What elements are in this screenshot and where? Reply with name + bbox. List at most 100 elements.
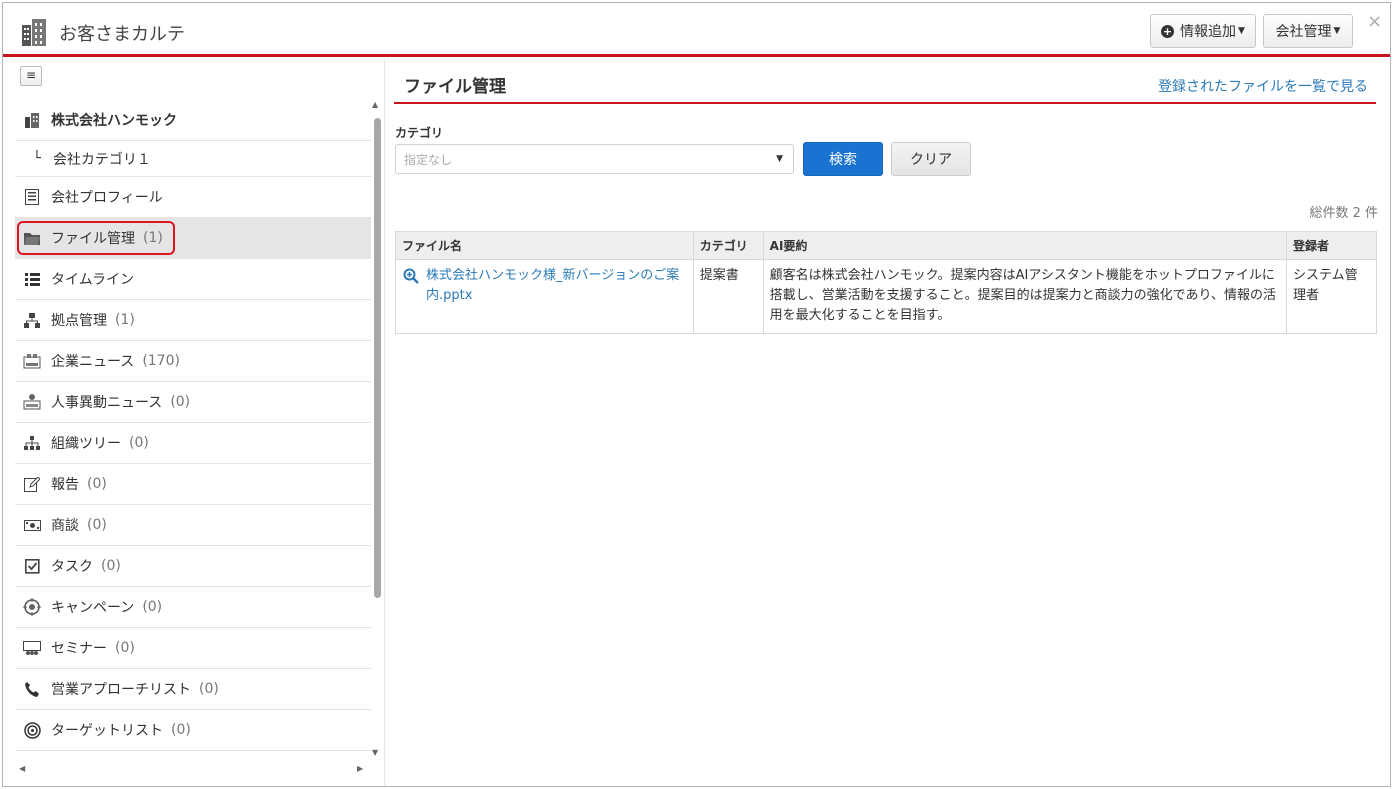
sidebar-item-label: 報告	[51, 477, 79, 493]
main-content: ファイル管理 登録されたファイルを一覧で見る カテゴリ 指定なし ▼ 検索 クリ…	[386, 60, 1390, 786]
sidebar-item-target-list[interactable]: ターゲットリスト (0)	[15, 710, 371, 751]
sidebar-item-report[interactable]: 報告 (0)	[15, 464, 371, 505]
sidebar-item-branches[interactable]: 拠点管理 (1)	[15, 300, 371, 341]
scrollbar-thumb[interactable]	[374, 118, 381, 598]
sidebar-item-count: (0)	[170, 394, 191, 410]
report-icon	[23, 475, 41, 493]
file-link[interactable]: 株式会社ハンモック様_新バージョンのご案内.pptx	[402, 266, 687, 306]
search-button[interactable]: 検索	[803, 142, 883, 176]
close-icon[interactable]: ×	[1367, 11, 1382, 32]
sidebar-item-count: (1)	[115, 312, 135, 328]
sidebar-horizontal-scrollbar[interactable]: ◀ ▶	[15, 764, 370, 778]
sidebar-item-count: (0)	[101, 558, 121, 574]
tree-branch-icon: └	[33, 151, 41, 166]
cell-ai-summary: 顧客名は株式会社ハンモック。提案内容はAIアシスタント機能をホットプロファイルに…	[762, 259, 1288, 334]
sidebar-item-file-management[interactable]: ファイル管理 (1)	[15, 218, 371, 259]
sidebar-item-count: (0)	[87, 476, 107, 492]
cell-category: 提案書	[692, 259, 764, 334]
sidebar-company-name[interactable]: 株式会社ハンモック	[15, 100, 371, 141]
sidebar-item-count: (0)	[142, 599, 163, 615]
total-count: 総件数 2 件	[1309, 206, 1378, 221]
column-header-category[interactable]: カテゴリ	[692, 231, 764, 260]
sidebar-item-label: 組織ツリー	[51, 436, 121, 452]
phone-icon	[23, 680, 41, 698]
sidebar-item-label: ターゲットリスト	[51, 723, 163, 739]
sidebar-item-label: 企業ニュース	[51, 354, 135, 370]
news-person-icon	[23, 393, 41, 411]
sidebar-item-count: (170)	[142, 353, 180, 369]
sidebar-item-campaign[interactable]: キャンペーン (0)	[15, 587, 371, 628]
app-header: お客さまカルテ + 情報追加 ▼ 会社管理 ▼ ×	[3, 3, 1390, 57]
scroll-right-icon[interactable]: ▶	[357, 764, 363, 773]
sidebar-item-count: (1)	[143, 230, 163, 246]
sidebar-item-count: (0)	[171, 722, 191, 738]
sidebar-item-approach-list[interactable]: 営業アプローチリスト (0)	[15, 669, 371, 710]
target-icon	[23, 721, 41, 739]
clear-button[interactable]: クリア	[891, 142, 971, 176]
sidebar-item-personnel-news[interactable]: 人事異動ニュース (0)	[15, 382, 371, 423]
sidebar-item-company-news[interactable]: 企業ニュース (170)	[15, 341, 371, 382]
karte-window: お客さまカルテ + 情報追加 ▼ 会社管理 ▼ × ≡ 株式会社ハンモック └ …	[2, 2, 1391, 787]
page-title: ファイル管理	[404, 77, 506, 97]
sidebar-item-label: 拠点管理	[51, 313, 107, 329]
file-name[interactable]: 株式会社ハンモック様_新バージョンのご案内.pptx	[426, 266, 687, 306]
company-name: 株式会社ハンモック	[51, 113, 177, 129]
sidebar-item-label: 会社プロフィール	[51, 190, 163, 206]
building-icon	[23, 111, 41, 129]
sidebar-item-label: ファイル管理	[51, 231, 135, 247]
table-header-row: ファイル名 カテゴリ AI要約 登録者	[395, 231, 1377, 260]
add-info-button[interactable]: + 情報追加 ▼	[1150, 14, 1256, 48]
file-table: ファイル名 カテゴリ AI要約 登録者 株式会社ハンモック様_新バージョンのご案…	[395, 231, 1377, 334]
task-icon	[23, 557, 41, 575]
building-icon	[22, 19, 46, 46]
add-info-label: 情報追加	[1180, 24, 1237, 40]
cell-registrant: システム管理者	[1286, 259, 1377, 334]
table-row: 株式会社ハンモック様_新バージョンのご案内.pptx 提案書 顧客名は株式会社ハ…	[395, 259, 1377, 334]
sidebar-item-task[interactable]: タスク (0)	[15, 546, 371, 587]
column-header-file-name[interactable]: ファイル名	[395, 231, 694, 260]
sidebar-item-label: キャンペーン	[51, 600, 135, 616]
sidebar-item-label: 商談	[51, 518, 79, 534]
company-category-label: 会社カテゴリ１	[52, 151, 151, 168]
org-tree-icon	[23, 434, 41, 452]
column-header-ai-summary[interactable]: AI要約	[762, 231, 1288, 260]
sidebar-item-label: タイムライン	[51, 272, 135, 288]
sidebar-item-label: タスク	[51, 559, 93, 575]
scroll-up-icon[interactable]: ▲	[372, 100, 378, 109]
sidebar-item-profile[interactable]: 会社プロフィール	[15, 177, 371, 218]
scroll-left-icon[interactable]: ◀	[19, 764, 25, 773]
title-divider	[394, 102, 1376, 104]
sidebar-item-count: (0)	[115, 640, 135, 656]
sidebar-item-seminar[interactable]: セミナー (0)	[15, 628, 371, 669]
sidebar-company-category[interactable]: └ 会社カテゴリ１	[15, 141, 371, 177]
sidebar-vertical-scrollbar[interactable]: ▲ ▼	[371, 100, 383, 760]
sidebar-toggle-button[interactable]: ≡	[20, 66, 42, 86]
sidebar-item-count: (0)	[87, 517, 107, 533]
profile-icon	[23, 188, 41, 206]
cell-file-name: 株式会社ハンモック様_新バージョンのご案内.pptx	[395, 259, 694, 334]
app-title: お客さまカルテ	[59, 24, 185, 45]
sitemap-icon	[23, 311, 41, 329]
company-management-button[interactable]: 会社管理 ▼	[1263, 14, 1353, 48]
category-select[interactable]: 指定なし ▼	[395, 144, 794, 174]
sidebar-item-deals[interactable]: 商談 (0)	[15, 505, 371, 546]
sidebar-item-org-tree[interactable]: 組織ツリー (0)	[15, 423, 371, 464]
scroll-down-icon[interactable]: ▼	[372, 748, 378, 757]
zoom-in-icon[interactable]	[402, 268, 420, 284]
seminar-icon	[23, 639, 41, 657]
view-file-list-link[interactable]: 登録されたファイルを一覧で見る	[1158, 76, 1368, 96]
sidebar-item-timeline[interactable]: タイムライン	[15, 259, 371, 300]
sidebar-nav: 株式会社ハンモック └ 会社カテゴリ１ 会社プロフィール ファイル管理 (1)	[15, 100, 371, 751]
folder-icon	[23, 229, 41, 247]
list-icon	[23, 270, 41, 288]
sidebar-item-label: 人事異動ニュース	[51, 395, 163, 411]
category-select-value: 指定なし	[404, 152, 453, 167]
money-icon	[23, 516, 41, 534]
column-header-registrant[interactable]: 登録者	[1286, 231, 1377, 260]
news-icon	[23, 352, 41, 370]
dropdown-arrow-icon: ▼	[776, 154, 783, 164]
sidebar: ≡ 株式会社ハンモック └ 会社カテゴリ１ 会社プロフィール ファイル管理 (1…	[3, 60, 385, 786]
sidebar-item-count: (0)	[129, 435, 149, 451]
plus-circle-icon: +	[1161, 24, 1175, 38]
caret-down-icon: ▼	[1238, 26, 1245, 36]
